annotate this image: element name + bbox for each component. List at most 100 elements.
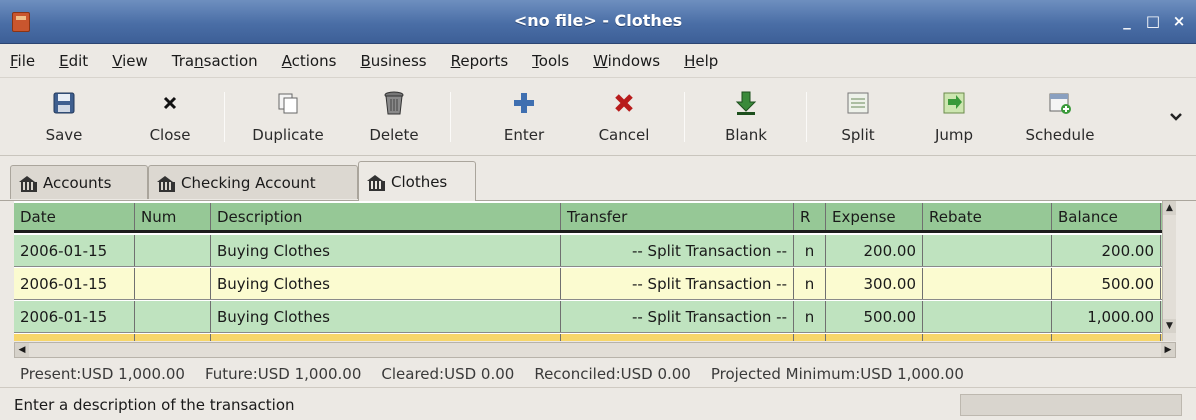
bank-icon xyxy=(157,175,175,192)
balance-cell: 500.00 xyxy=(1052,268,1161,299)
menu-business[interactable]: Business xyxy=(360,52,426,70)
column-header-transfer[interactable]: Transfer xyxy=(561,203,794,230)
transfer-cell[interactable]: -- Split Transaction -- xyxy=(561,301,794,332)
num-cell[interactable] xyxy=(135,334,211,341)
window-controls: _ □ × xyxy=(1116,11,1190,33)
trash-icon xyxy=(381,90,407,116)
split-icon xyxy=(845,90,871,116)
toolbar-separator xyxy=(684,92,685,142)
scroll-down-icon[interactable]: ▼ xyxy=(1163,319,1176,333)
blank-button[interactable]: Blank xyxy=(704,78,788,154)
chevron-down-icon xyxy=(1163,104,1189,130)
save-button[interactable]: Save xyxy=(22,78,106,154)
reconciled-cell[interactable]: n xyxy=(794,268,826,299)
balance-cell: 1,000.00 xyxy=(1052,301,1161,332)
window-title: <no file> - Clothes xyxy=(513,11,683,30)
tab-accounts[interactable]: Accounts xyxy=(10,165,148,199)
column-header-reconciled[interactable]: R xyxy=(794,203,826,230)
cancel-icon xyxy=(611,90,637,116)
expense-cell[interactable]: 500.00 xyxy=(826,301,923,332)
maximize-icon[interactable]: □ xyxy=(1142,11,1164,33)
duplicate-icon xyxy=(275,90,301,116)
scroll-left-icon[interactable]: ◀ xyxy=(15,343,29,357)
present-balance: Present:USD 1,000.00 xyxy=(20,364,185,383)
register-table: Date Num Description Transfer R Expense … xyxy=(14,201,1176,341)
num-cell[interactable] xyxy=(135,301,211,332)
balance-cell: 200.00 xyxy=(1052,235,1161,266)
transfer-cell[interactable] xyxy=(561,334,794,341)
cleared-balance: Cleared:USD 0.00 xyxy=(381,364,515,383)
table-row[interactable]: 2006-01-15 Buying Clothes -- Split Trans… xyxy=(14,301,1162,333)
rebate-cell[interactable] xyxy=(923,301,1052,332)
reconciled-cell[interactable]: n xyxy=(794,301,826,332)
column-header-num[interactable]: Num xyxy=(135,203,211,230)
tab-checking-account[interactable]: Checking Account xyxy=(148,165,358,199)
close-icon xyxy=(157,90,183,116)
column-header-expense[interactable]: Expense xyxy=(826,203,923,230)
toolbar-overflow-button[interactable] xyxy=(1164,78,1188,154)
rebate-cell[interactable] xyxy=(923,235,1052,266)
bank-icon xyxy=(19,175,37,192)
menu-edit[interactable]: Edit xyxy=(59,52,88,70)
schedule-button[interactable]: Schedule xyxy=(1010,78,1110,154)
cancel-button[interactable]: Cancel xyxy=(582,78,666,154)
date-cell[interactable]: 2006-01-15 xyxy=(14,268,135,299)
bank-icon xyxy=(367,174,385,191)
toolbar-separator xyxy=(450,92,451,142)
split-button[interactable]: Split xyxy=(816,78,900,154)
date-cell[interactable]: 2006-01-15 xyxy=(14,301,135,332)
scroll-right-icon[interactable]: ▶ xyxy=(1161,343,1175,357)
menu-help[interactable]: Help xyxy=(684,52,718,70)
menu-bar: File Edit View Transaction Actions Busin… xyxy=(0,44,1196,78)
description-cell[interactable]: Buying Clothes xyxy=(211,268,561,299)
duplicate-button[interactable]: Duplicate xyxy=(236,78,340,154)
num-cell[interactable] xyxy=(135,268,211,299)
column-header-rebate[interactable]: Rebate xyxy=(923,203,1052,230)
table-row[interactable]: 2006-01-15 Buying Clothes -- Split Trans… xyxy=(14,268,1162,300)
vertical-scrollbar[interactable]: ▲ ▼ xyxy=(1162,201,1176,341)
delete-button[interactable]: Delete xyxy=(352,78,436,154)
menu-reports[interactable]: Reports xyxy=(451,52,509,70)
date-cell[interactable]: 2006-01-15 xyxy=(14,235,135,266)
column-header-description[interactable]: Description xyxy=(211,203,561,230)
arrow-down-icon xyxy=(733,90,759,116)
menu-view[interactable]: View xyxy=(112,52,148,70)
description-cell[interactable] xyxy=(211,334,561,341)
expense-cell[interactable]: 200.00 xyxy=(826,235,923,266)
expense-cell[interactable] xyxy=(826,334,923,341)
floppy-icon xyxy=(51,90,77,116)
description-cell[interactable]: Buying Clothes xyxy=(211,235,561,266)
close-button[interactable]: Close xyxy=(128,78,212,154)
toolbar-separator xyxy=(224,92,225,142)
transfer-cell[interactable]: -- Split Transaction -- xyxy=(561,268,794,299)
plus-icon xyxy=(511,90,537,116)
menu-transaction[interactable]: Transaction xyxy=(172,52,258,70)
close-window-icon[interactable]: × xyxy=(1168,11,1190,33)
blank-transaction-row[interactable] xyxy=(14,334,1162,341)
minimize-icon[interactable]: _ xyxy=(1116,11,1138,33)
column-header-date[interactable]: Date xyxy=(14,203,135,230)
reconciled-cell[interactable]: n xyxy=(794,235,826,266)
horizontal-scrollbar[interactable]: ◀ ▶ xyxy=(14,342,1176,358)
transfer-cell[interactable]: -- Split Transaction -- xyxy=(561,235,794,266)
title-bar: <no file> - Clothes _ □ × xyxy=(0,0,1196,44)
menu-actions[interactable]: Actions xyxy=(282,52,337,70)
rebate-cell[interactable] xyxy=(923,334,1052,341)
num-cell[interactable] xyxy=(135,235,211,266)
menu-windows[interactable]: Windows xyxy=(593,52,660,70)
expense-cell[interactable]: 300.00 xyxy=(826,268,923,299)
account-tabs: Accounts Checking Account Clothes xyxy=(0,157,1196,201)
jump-button[interactable]: Jump xyxy=(912,78,996,154)
tab-clothes[interactable]: Clothes xyxy=(358,161,476,201)
table-row[interactable]: 2006-01-15 Buying Clothes -- Split Trans… xyxy=(14,235,1162,267)
menu-file[interactable]: File xyxy=(10,52,35,70)
rebate-cell[interactable] xyxy=(923,268,1052,299)
menu-tools[interactable]: Tools xyxy=(532,52,569,70)
date-cell[interactable] xyxy=(14,334,135,341)
reconciled-cell[interactable] xyxy=(794,334,826,341)
column-header-balance[interactable]: Balance xyxy=(1052,203,1161,230)
enter-button[interactable]: Enter xyxy=(482,78,566,154)
scroll-up-icon[interactable]: ▲ xyxy=(1163,201,1176,215)
projected-minimum: Projected Minimum:USD 1,000.00 xyxy=(710,364,964,383)
description-cell[interactable]: Buying Clothes xyxy=(211,301,561,332)
